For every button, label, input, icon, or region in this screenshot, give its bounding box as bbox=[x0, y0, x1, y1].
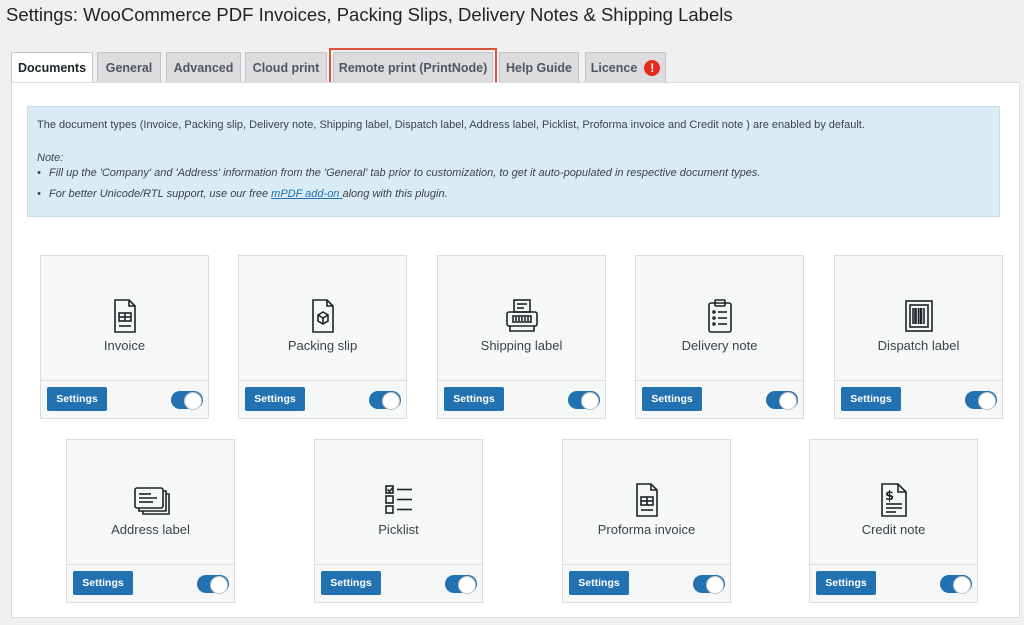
address-label-icon bbox=[131, 480, 171, 520]
card-label: Address label bbox=[111, 522, 190, 537]
card-body: Shipping label bbox=[438, 256, 605, 380]
tab-documents[interactable]: Documents bbox=[11, 52, 93, 83]
packing-slip-enable-toggle[interactable] bbox=[369, 391, 401, 410]
card-label: Picklist bbox=[378, 522, 419, 537]
proforma-invoice-enable-toggle[interactable] bbox=[693, 575, 725, 594]
credit-note-settings-button[interactable]: Settings bbox=[816, 571, 876, 595]
notice-bullet: Fill up the 'Company' and 'Address' info… bbox=[37, 167, 760, 188]
info-notice: The document types (Invoice, Packing sli… bbox=[27, 106, 1000, 217]
tab-advanced[interactable]: Advanced bbox=[166, 52, 241, 82]
document-card-dispatch-label: Dispatch label Settings bbox=[834, 255, 1003, 419]
tab-help-guide[interactable]: Help Guide bbox=[499, 52, 579, 82]
notice-note-label: Note: bbox=[37, 152, 64, 164]
document-card-credit-note: $ Credit note Settings bbox=[809, 439, 978, 603]
credit-note-enable-toggle[interactable] bbox=[940, 575, 972, 594]
card-footer: Settings bbox=[315, 564, 482, 604]
page-title: Settings: WooCommerce PDF Invoices, Pack… bbox=[6, 4, 733, 25]
notice-text: The document types (Invoice, Packing sli… bbox=[37, 119, 865, 131]
notice-list: Fill up the 'Company' and 'Address' info… bbox=[37, 167, 760, 209]
shipping-label-enable-toggle[interactable] bbox=[568, 391, 600, 410]
card-label: Proforma invoice bbox=[597, 522, 696, 537]
notice-bullet-prefix: For better Unicode/RTL support, use our … bbox=[49, 188, 272, 200]
credit-note-icon: $ bbox=[874, 480, 914, 520]
document-card-proforma-invoice: Proforma invoice Settings bbox=[562, 439, 731, 603]
tab-cloud-print[interactable]: Cloud print bbox=[245, 52, 327, 82]
tab-general[interactable]: General bbox=[97, 52, 161, 82]
notice-bullet: For better Unicode/RTL support, use our … bbox=[37, 188, 760, 209]
proforma-invoice-settings-button[interactable]: Settings bbox=[569, 571, 629, 595]
card-label: Credit note bbox=[861, 522, 926, 537]
dispatch-label-settings-button[interactable]: Settings bbox=[841, 387, 901, 411]
invoice-enable-toggle[interactable] bbox=[171, 391, 203, 410]
mpdf-addon-link[interactable]: mPDF add-on bbox=[271, 188, 342, 200]
notice-bullet-suffix: along with this plugin. bbox=[342, 188, 448, 200]
document-card-invoice: Invoice Settings bbox=[40, 255, 209, 419]
card-body: Dispatch label bbox=[835, 256, 1002, 380]
card-label: Shipping label bbox=[480, 338, 563, 353]
shipping-label-icon bbox=[502, 296, 542, 336]
delivery-note-enable-toggle[interactable] bbox=[766, 391, 798, 410]
card-label: Packing slip bbox=[287, 338, 358, 353]
card-body: Address label bbox=[67, 440, 234, 564]
card-footer: Settings bbox=[636, 380, 803, 420]
invoice-settings-button[interactable]: Settings bbox=[47, 387, 107, 411]
card-footer: Settings bbox=[67, 564, 234, 604]
document-card-packing-slip: Packing slip Settings bbox=[238, 255, 407, 419]
picklist-settings-button[interactable]: Settings bbox=[321, 571, 381, 595]
documents-panel: The document types (Invoice, Packing sli… bbox=[11, 82, 1020, 618]
document-card-address-label: Address label Settings bbox=[66, 439, 235, 603]
packing-slip-settings-button[interactable]: Settings bbox=[245, 387, 305, 411]
card-body: Invoice bbox=[41, 256, 208, 380]
card-footer: Settings bbox=[438, 380, 605, 420]
card-label: Delivery note bbox=[681, 338, 758, 353]
card-body: Proforma invoice bbox=[563, 440, 730, 564]
card-label: Invoice bbox=[103, 338, 146, 353]
document-card-shipping-label: Shipping label Settings bbox=[437, 255, 606, 419]
card-body: Delivery note bbox=[636, 256, 803, 380]
invoice-icon bbox=[105, 296, 145, 336]
address-label-enable-toggle[interactable] bbox=[197, 575, 229, 594]
document-card-delivery-note: Delivery note Settings bbox=[635, 255, 804, 419]
tab-licence[interactable]: Licence ! bbox=[585, 52, 666, 82]
card-body: Packing slip bbox=[239, 256, 406, 380]
card-footer: Settings bbox=[810, 564, 977, 604]
svg-text:$: $ bbox=[885, 489, 894, 504]
proforma-invoice-icon bbox=[627, 480, 667, 520]
delivery-note-icon bbox=[700, 296, 740, 336]
delivery-note-settings-button[interactable]: Settings bbox=[642, 387, 702, 411]
card-footer: Settings bbox=[239, 380, 406, 420]
tab-remote-print[interactable]: Remote print (PrintNode) bbox=[329, 48, 497, 86]
card-footer: Settings bbox=[835, 380, 1002, 420]
picklist-enable-toggle[interactable] bbox=[445, 575, 477, 594]
card-footer: Settings bbox=[563, 564, 730, 604]
card-body: $ Credit note bbox=[810, 440, 977, 564]
card-body: Picklist bbox=[315, 440, 482, 564]
address-label-settings-button[interactable]: Settings bbox=[73, 571, 133, 595]
packing-slip-icon bbox=[303, 296, 343, 336]
picklist-icon bbox=[379, 480, 419, 520]
tab-licence-label: Licence bbox=[590, 60, 638, 75]
dispatch-label-icon bbox=[899, 296, 939, 336]
document-card-picklist: Picklist Settings bbox=[314, 439, 483, 603]
dispatch-label-enable-toggle[interactable] bbox=[965, 391, 997, 410]
card-footer: Settings bbox=[41, 380, 208, 420]
card-label: Dispatch label bbox=[877, 338, 960, 353]
shipping-label-settings-button[interactable]: Settings bbox=[444, 387, 504, 411]
alert-icon: ! bbox=[644, 59, 661, 76]
